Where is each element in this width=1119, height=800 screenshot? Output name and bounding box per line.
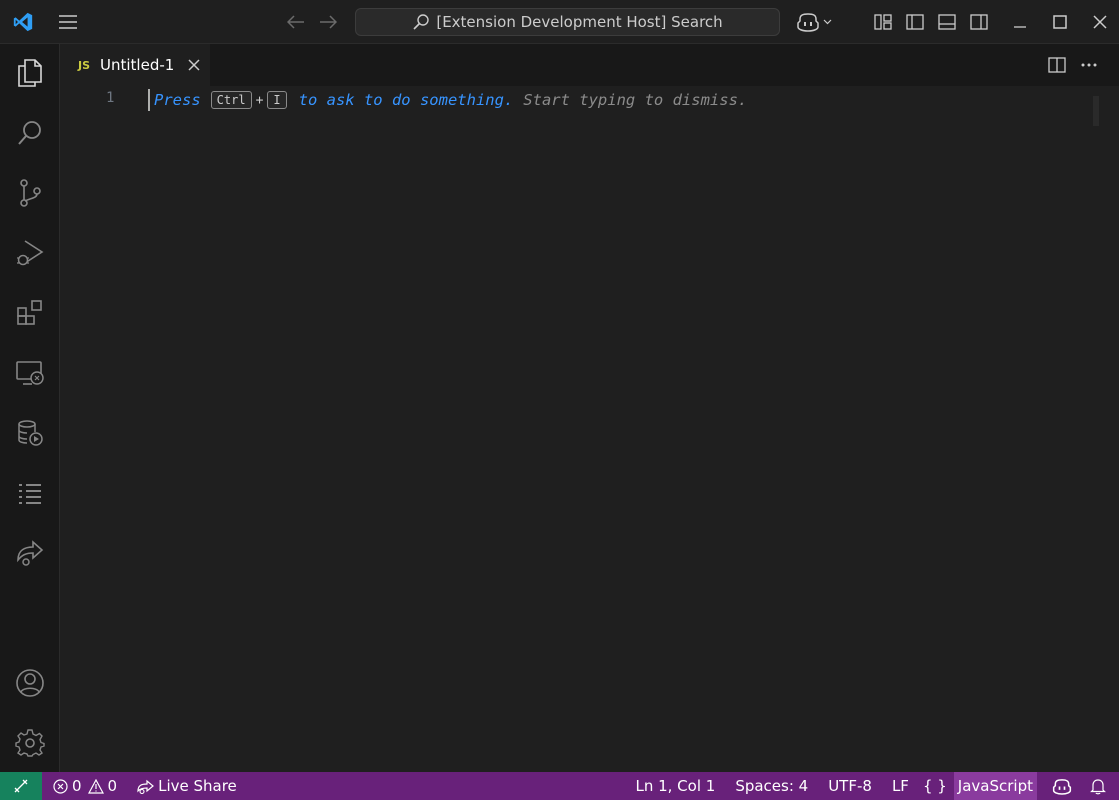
search-icon xyxy=(412,13,430,31)
title-bar: [Extension Development Host] Search xyxy=(0,0,1119,44)
error-count: 0 xyxy=(72,777,82,795)
minimap-slider[interactable] xyxy=(1093,96,1099,126)
hint-press: Press xyxy=(154,91,201,109)
language-mode[interactable]: JavaScript xyxy=(953,772,1037,800)
warning-count: 0 xyxy=(107,777,118,795)
testing-list-icon[interactable] xyxy=(0,469,60,517)
line-number: 1 xyxy=(106,90,115,106)
error-icon xyxy=(53,778,68,794)
search-view-icon[interactable] xyxy=(0,109,60,157)
hint-plus: + xyxy=(255,92,264,108)
language-status-braces[interactable]: { } xyxy=(916,772,954,800)
live-share-icon[interactable] xyxy=(0,529,60,577)
accounts-icon[interactable] xyxy=(0,659,60,707)
toggle-secondary-sidebar-icon[interactable] xyxy=(967,0,991,44)
customize-layout-icon[interactable] xyxy=(871,0,895,44)
end-of-line[interactable]: LF xyxy=(885,772,916,800)
extensions-icon[interactable] xyxy=(0,289,60,337)
database-icon[interactable] xyxy=(0,409,60,457)
command-center-search[interactable]: [Extension Development Host] Search xyxy=(355,8,780,36)
live-share-status-icon xyxy=(137,779,155,794)
hint-ask-link[interactable]: to ask to do something. xyxy=(299,91,514,109)
copilot-status-icon[interactable] xyxy=(1045,772,1079,800)
more-actions-icon[interactable] xyxy=(1080,44,1098,86)
menu-icon[interactable] xyxy=(55,0,81,44)
warning-icon xyxy=(87,778,104,794)
inline-chat-hint: Press Ctrl + I to ask to do something. S… xyxy=(154,89,747,111)
status-bar: 0 0 Live Share Ln 1, Col 1 Spaces: 4 UTF… xyxy=(0,772,1119,800)
toggle-primary-sidebar-icon[interactable] xyxy=(903,0,927,44)
hint-dismiss: Start typing to dismiss. xyxy=(523,91,748,109)
editor-tab-bar: JS Untitled-1 xyxy=(60,44,1119,86)
close-tab-icon[interactable] xyxy=(188,59,200,71)
live-share-label: Live Share xyxy=(158,777,237,795)
indentation[interactable]: Spaces: 4 xyxy=(728,772,815,800)
minimize-icon[interactable] xyxy=(1008,0,1032,44)
back-arrow-icon[interactable] xyxy=(284,0,308,44)
toggle-panel-icon[interactable] xyxy=(935,0,959,44)
split-editor-icon[interactable] xyxy=(1048,44,1066,86)
tab-untitled-1[interactable]: JS Untitled-1 xyxy=(60,44,210,86)
maximize-icon[interactable] xyxy=(1048,0,1072,44)
live-share-button[interactable]: Live Share xyxy=(130,772,244,800)
hint-key-ctrl: Ctrl xyxy=(210,91,252,109)
close-window-icon[interactable] xyxy=(1088,0,1112,44)
forward-arrow-icon[interactable] xyxy=(316,0,340,44)
remote-explorer-icon[interactable] xyxy=(0,349,60,397)
activity-bar xyxy=(0,44,60,772)
search-text: [Extension Development Host] Search xyxy=(436,13,723,31)
source-control-icon[interactable] xyxy=(0,169,60,217)
tab-label: Untitled-1 xyxy=(100,56,175,74)
copilot-menu-button[interactable] xyxy=(794,0,834,44)
problems-indicator[interactable]: 0 0 xyxy=(46,772,124,800)
manage-gear-icon[interactable] xyxy=(0,719,60,767)
chevron-down-icon xyxy=(823,19,832,25)
copilot-icon xyxy=(796,12,820,32)
remote-icon xyxy=(13,778,29,794)
vscode-logo-icon xyxy=(10,0,36,44)
remote-indicator[interactable] xyxy=(0,772,42,800)
cursor-position[interactable]: Ln 1, Col 1 xyxy=(628,772,722,800)
hint-key-i: I xyxy=(267,91,287,109)
run-and-debug-icon[interactable] xyxy=(0,229,60,277)
javascript-file-icon: JS xyxy=(78,58,91,72)
notifications-bell-icon[interactable] xyxy=(1083,772,1113,800)
explorer-icon[interactable] xyxy=(0,49,60,97)
editor-area[interactable]: 1 Press Ctrl + I to ask to do something.… xyxy=(60,86,1119,772)
text-cursor xyxy=(148,89,150,111)
encoding[interactable]: UTF-8 xyxy=(821,772,879,800)
